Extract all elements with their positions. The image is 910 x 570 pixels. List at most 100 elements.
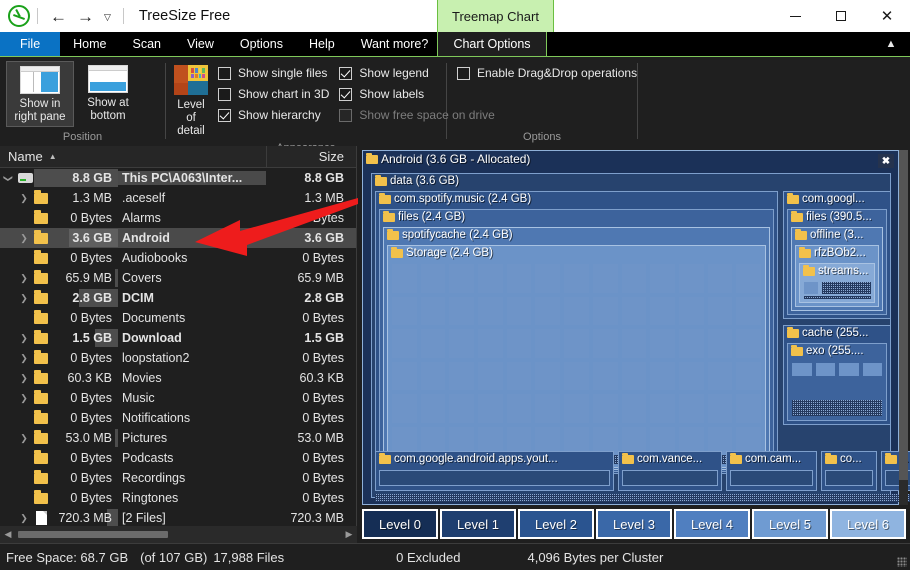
treemap-vertical-scrollbar[interactable]	[899, 150, 908, 505]
scroll-right-icon[interactable]: ▶	[341, 529, 357, 540]
close-button[interactable]: ✕	[864, 0, 910, 32]
minimize-button[interactable]	[772, 0, 818, 32]
chevron-right-icon[interactable]: ❯	[16, 353, 32, 364]
minimize-icon	[789, 15, 801, 17]
tree-row[interactable]: 0 Bytes Podcasts 0 Bytes	[0, 448, 356, 468]
tree-horizontal-scrollbar[interactable]: ◀ ▶	[0, 526, 357, 543]
tab-chart-options[interactable]: Chart Options	[437, 32, 547, 56]
tree-row[interactable]: ❯ 2.8 GB DCIM 2.8 GB	[0, 288, 356, 308]
chevron-right-icon[interactable]: ❯	[16, 293, 32, 304]
resize-grip-icon[interactable]	[897, 557, 907, 567]
treemap-node[interactable]: Storage (2.4 GB)	[387, 245, 766, 468]
row-size: 53.0 MB	[297, 431, 344, 445]
chevron-right-icon[interactable]: ❯	[16, 273, 32, 284]
tree-row[interactable]: 0 Bytes Ringtones 0 Bytes	[0, 488, 356, 508]
chevron-up-icon[interactable]: ▲	[880, 32, 902, 56]
treemap-node-child[interactable]	[825, 470, 873, 486]
menu-item-view[interactable]: View	[174, 32, 227, 56]
level-button[interactable]: Level 2	[518, 509, 594, 539]
show-in-right-pane-button[interactable]: Show in right pane	[6, 61, 74, 127]
treemap-node-child[interactable]	[730, 470, 813, 486]
checkbox-box-show-legend[interactable]	[339, 66, 353, 80]
treemap-node[interactable]: com.cam...	[726, 451, 817, 491]
chevron-right-icon[interactable]: ❯	[16, 393, 32, 404]
chevron-down-icon[interactable]: ❯	[3, 170, 14, 186]
checkbox-box-show-hierarchy[interactable]	[218, 108, 231, 122]
scroll-thumb[interactable]	[899, 150, 908, 480]
tree-row[interactable]: 0 Bytes Alarms 0 Bytes	[0, 208, 356, 228]
chevron-right-icon[interactable]: ❯	[16, 433, 32, 444]
menu-item-scan[interactable]: Scan	[120, 32, 175, 56]
tree-row[interactable]: ❯ 0 Bytes Music 0 Bytes	[0, 388, 356, 408]
treemap-close-button[interactable]: ✖	[878, 154, 894, 168]
level-button[interactable]: Level 4	[674, 509, 750, 539]
column-header-name[interactable]: Name ▲	[0, 149, 266, 164]
chevron-right-icon[interactable]: ❯	[16, 513, 32, 524]
show-at-bottom-button[interactable]: Show at bottom	[74, 61, 142, 125]
level-button[interactable]: Level 0	[362, 509, 438, 539]
scroll-track[interactable]	[16, 526, 341, 543]
maximize-button[interactable]	[818, 0, 864, 32]
tree-row[interactable]: ❯ 3.6 GB Android 3.6 GB	[0, 228, 356, 248]
checkbox-box-show-single-files[interactable]	[218, 66, 231, 80]
treemap-node[interactable]: com.vance...	[618, 451, 722, 491]
back-arrow-icon[interactable]: ←	[45, 6, 72, 27]
column-header-size[interactable]: Size	[266, 145, 356, 168]
treemap-node[interactable]: co...	[821, 451, 877, 491]
chevron-right-icon[interactable]: ❯	[16, 333, 32, 344]
chevron-right-icon[interactable]: ❯	[16, 193, 32, 204]
level-of-detail-button[interactable]: Level of detail	[172, 61, 210, 140]
treemap-node[interactable]: exo (255....	[787, 343, 887, 421]
level-button[interactable]: Level 1	[440, 509, 516, 539]
level-button[interactable]: Level 3	[596, 509, 672, 539]
menu-item-home[interactable]: Home	[60, 32, 119, 56]
tree-row[interactable]: 0 Bytes Audiobooks 0 Bytes	[0, 248, 356, 268]
tree-row[interactable]: ❯ 53.0 MB Pictures 53.0 MB	[0, 428, 356, 448]
checkbox-show-chart-in-3d[interactable]: Show chart in 3D	[218, 86, 329, 102]
tree-row[interactable]: ❯ 1.3 MB .aceself 1.3 MB	[0, 188, 356, 208]
tab-treemap-chart[interactable]: Treemap Chart	[437, 0, 554, 32]
tree-row[interactable]: ❯ 65.9 MB Covers 65.9 MB	[0, 268, 356, 288]
treemap-node[interactable]: com.google.android.apps.yout...	[375, 451, 614, 491]
chevron-right-icon[interactable]: ❯	[16, 233, 32, 244]
show-at-bottom-icon	[88, 65, 128, 93]
menu-item-options[interactable]: Options	[227, 32, 296, 56]
tree-row[interactable]: ❯ 60.3 KB Movies 60.3 KB	[0, 368, 356, 388]
menu-item-want-more[interactable]: Want more?	[348, 32, 442, 56]
level-button[interactable]: Level 5	[752, 509, 828, 539]
treemap-node-child[interactable]	[379, 470, 610, 486]
tree-rows[interactable]: ❯ 8.8 GB This PC\A063\Inter... 8.8 GB ❯ 1.3 M…	[0, 168, 356, 526]
checkbox-show-hierarchy[interactable]: Show hierarchy	[218, 107, 329, 123]
forward-arrow-icon[interactable]: →	[72, 6, 99, 27]
tree-row[interactable]: ❯ 1.5 GB Download 1.5 GB	[0, 328, 356, 348]
tree-row[interactable]: ❯ 720.3 MB [2 Files] 720.3 MB	[0, 508, 356, 526]
checkbox-box-show-chart-in-3d[interactable]	[218, 87, 231, 101]
scroll-left-icon[interactable]: ◀	[0, 529, 16, 540]
tree-row[interactable]: ❯ 0 Bytes loopstation2 0 Bytes	[0, 348, 356, 368]
checkbox-box-enable-drag-drop[interactable]	[457, 66, 470, 80]
treemap-node-child[interactable]	[622, 470, 718, 486]
checkbox-enable-drag-drop[interactable]: Enable Drag&Drop operations	[457, 65, 637, 81]
treemap-root[interactable]: Android (3.6 GB - Allocated) ✖ data (3.6…	[362, 150, 910, 505]
checkbox-show-single-files[interactable]: Show single files	[218, 65, 329, 81]
tree-row[interactable]: 0 Bytes Recordings 0 Bytes	[0, 468, 356, 488]
chevron-down-icon[interactable]: ▽	[99, 11, 116, 24]
row-size-inline: 0 Bytes	[70, 411, 112, 425]
treemap-node-label-text: exo (255....	[806, 345, 864, 357]
row-name: Notifications	[122, 411, 191, 425]
level-button[interactable]: Level 6	[830, 509, 906, 539]
treemap-node[interactable]: streams...	[799, 263, 875, 303]
menu-item-help[interactable]: Help	[296, 32, 348, 56]
folder-icon	[391, 246, 403, 258]
tree-row[interactable]: 0 Bytes Notifications 0 Bytes	[0, 408, 356, 428]
checkbox-box-show-labels[interactable]	[339, 87, 353, 101]
treemap-node-label: files (390.5...	[788, 210, 886, 225]
tree-row[interactable]: 0 Bytes Documents 0 Bytes	[0, 308, 356, 328]
scroll-thumb[interactable]	[18, 531, 168, 538]
treemap-leaf-tile	[478, 394, 503, 423]
menu-item-file[interactable]: File	[0, 32, 61, 56]
treemap-leaf-tile	[506, 394, 532, 423]
tree-row[interactable]: ❯ 8.8 GB This PC\A063\Inter... 8.8 GB	[0, 168, 356, 188]
chevron-right-icon[interactable]: ❯	[16, 373, 32, 384]
folder-icon	[787, 192, 799, 204]
